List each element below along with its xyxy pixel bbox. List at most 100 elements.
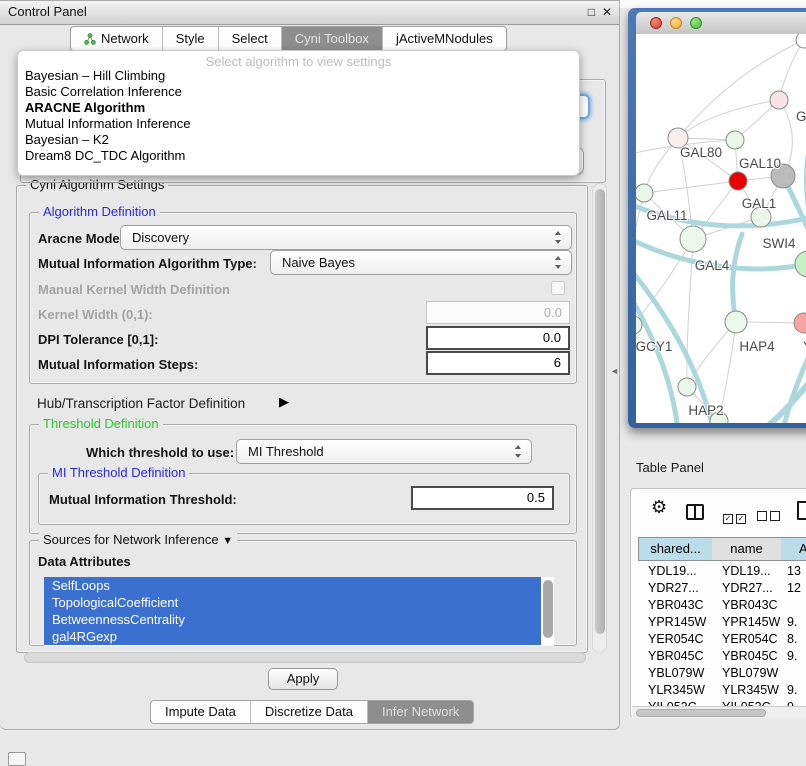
mi-steps-field[interactable]: 6 — [426, 351, 570, 375]
node-gal11[interactable] — [636, 184, 653, 202]
close-window-icon[interactable]: ✕ — [602, 5, 612, 19]
mi-threshold-label: Mutual Information Threshold: — [49, 492, 237, 507]
node-y[interactable] — [794, 313, 806, 333]
menu-item[interactable]: Dream8 DC_TDC Algorithm — [25, 148, 185, 163]
mini-panel-icon[interactable] — [8, 752, 26, 766]
node-hap4[interactable] — [725, 311, 747, 333]
expand-right-icon[interactable]: ▶ — [279, 394, 289, 410]
list-item[interactable]: SelfLoops — [44, 577, 541, 594]
node-gal1[interactable] — [729, 172, 747, 190]
menu-item[interactable]: Bayesian – Hill Climbing — [25, 68, 165, 83]
table-rows: YDL19... YDL19... 13 YDR27... YDR27... 1… — [631, 563, 806, 706]
zoom-traffic-light[interactable] — [690, 17, 702, 29]
node-label: SWI4 — [762, 236, 795, 251]
network-window-titlebar[interactable] — [636, 12, 806, 35]
tab-discretize-data[interactable]: Discretize Data — [250, 701, 367, 723]
mi-algorithm-type-combobox[interactable]: Naive Bayes — [270, 250, 572, 275]
list-item[interactable]: BetweennessCentrality — [44, 611, 541, 628]
algorithm-definition-group: Algorithm Definition Aracne Mode: Discov… — [29, 212, 577, 384]
algorithm-popup: Select algorithm to view settings Bayesi… — [17, 50, 580, 176]
tab-jactivemnodules[interactable]: jActiveMNodules — [382, 27, 506, 50]
node-gal4[interactable] — [680, 226, 706, 252]
column-header-partial[interactable]: A — [781, 537, 806, 561]
node-big-green[interactable] — [795, 251, 806, 277]
menu-item[interactable]: Basic Correlation Inference — [25, 84, 182, 99]
group-title: Threshold Definition — [39, 416, 163, 431]
float-window-icon[interactable]: □ — [588, 5, 595, 19]
control-panel-window: Control Panel □ ✕ Network Style Select C… — [0, 0, 620, 730]
node-label: GAL11 — [646, 208, 687, 223]
tab-network[interactable]: Network — [71, 27, 162, 50]
node-unlabeled[interactable] — [796, 34, 806, 48]
mi-threshold-field[interactable]: 0.5 — [411, 486, 554, 510]
network-view-window[interactable]: GAL80 GAL10 GAL1 GAL11 SWI4 GAL4 GCY1 HA… — [628, 8, 806, 428]
which-threshold-combobox[interactable]: MI Threshold — [236, 439, 532, 464]
node-label: HAP2 — [688, 403, 723, 418]
aracne-mode-combobox[interactable]: Discovery — [120, 225, 572, 250]
collapse-down-icon[interactable]: ▼ — [222, 535, 233, 547]
tab-label: Infer Network — [382, 704, 459, 719]
apply-label: Apply — [287, 671, 320, 686]
network-canvas[interactable]: GAL80 GAL10 GAL1 GAL11 SWI4 GAL4 GCY1 HA… — [636, 34, 806, 423]
node-label: GAL8 — [796, 109, 806, 124]
threshold-definition-group: Threshold Definition Which threshold to … — [29, 424, 577, 534]
list-item[interactable]: gal4RGexp — [44, 628, 541, 645]
data-attributes-list: SelfLoops TopologicalCoefficient Between… — [44, 577, 554, 646]
tab-label: Impute Data — [165, 704, 236, 719]
list-scrollbar[interactable] — [543, 580, 553, 638]
clear-column-selection-icon[interactable] — [757, 508, 780, 526]
tab-style[interactable]: Style — [162, 27, 218, 50]
column-header-name[interactable]: name — [712, 537, 782, 561]
hub-definition-label: Hub/Transcription Factor Definition — [37, 396, 245, 411]
kernel-width-label: Kernel Width (0,1): — [38, 307, 153, 322]
node-gal8[interactable] — [770, 91, 788, 109]
splitter-handle[interactable]: ◄ — [610, 366, 619, 376]
node-label: GAL1 — [742, 196, 777, 211]
control-panel-titlebar[interactable]: Control Panel □ ✕ — [0, 1, 619, 25]
new-table-icon[interactable] — [797, 501, 806, 520]
tab-infer-network[interactable]: Infer Network — [367, 701, 473, 723]
node-label: GAL10 — [739, 156, 781, 171]
menu-item[interactable]: Bayesian – K2 — [25, 132, 109, 147]
tab-label: Cyni Toolbox — [295, 31, 369, 46]
tab-impute-data[interactable]: Impute Data — [151, 701, 250, 723]
scrollbar-thumb[interactable] — [636, 709, 766, 717]
sources-title: Sources for Network Inference — [43, 532, 219, 547]
column-header-shared-name[interactable]: shared... — [638, 537, 713, 561]
close-traffic-light[interactable] — [650, 17, 662, 29]
combobox-value: Discovery — [132, 230, 189, 245]
panel-title: Control Panel — [8, 4, 87, 19]
menu-item-selected[interactable]: ARACNE Algorithm — [25, 100, 145, 115]
table-hscrollbar[interactable] — [632, 706, 806, 718]
select-all-columns-icon[interactable]: ✓✓ — [723, 508, 746, 526]
group-title: Algorithm Definition — [39, 204, 160, 219]
mi-threshold-definition-group: MI Threshold Definition Mutual Informati… — [38, 473, 570, 525]
apply-button[interactable]: Apply — [268, 668, 338, 690]
tab-label: Select — [232, 31, 268, 46]
manual-kernel-checkbox[interactable] — [551, 281, 565, 295]
aracne-mode-label: Aracne Mode: — [38, 231, 124, 246]
field-value: 0.5 — [527, 490, 545, 505]
gear-icon[interactable]: ⚙ — [651, 497, 667, 518]
scrollbar-thumb[interactable] — [595, 189, 605, 634]
settings-vscrollbar[interactable] — [592, 183, 607, 653]
spinner-icon — [554, 231, 563, 244]
popup-placeholder: Select algorithm to view settings — [18, 54, 579, 69]
kernel-width-field[interactable]: 0.0 — [426, 301, 570, 324]
tab-label: jActiveMNodules — [396, 31, 493, 46]
node-gal10[interactable] — [726, 131, 744, 149]
browse-columns-icon[interactable] — [686, 504, 704, 520]
dpi-tolerance-field[interactable]: 0.0 — [426, 326, 570, 350]
settings-hscrollbar[interactable] — [24, 652, 586, 663]
minimize-traffic-light[interactable] — [670, 17, 682, 29]
dpi-tolerance-label: DPI Tolerance [0,1]: — [38, 332, 158, 347]
list-item[interactable]: TopologicalCoefficient — [44, 594, 541, 611]
tab-cyni-toolbox[interactable]: Cyni Toolbox — [281, 27, 382, 50]
tab-select[interactable]: Select — [218, 27, 281, 50]
menu-item[interactable]: Mutual Information Inference — [25, 116, 190, 131]
node-hap2[interactable] — [678, 378, 696, 396]
mi-steps-label: Mutual Information Steps: — [38, 357, 198, 372]
field-value: 6 — [554, 355, 561, 370]
mi-type-label: Mutual Information Algorithm Type: — [38, 256, 257, 271]
combobox-value: MI Threshold — [248, 444, 324, 459]
